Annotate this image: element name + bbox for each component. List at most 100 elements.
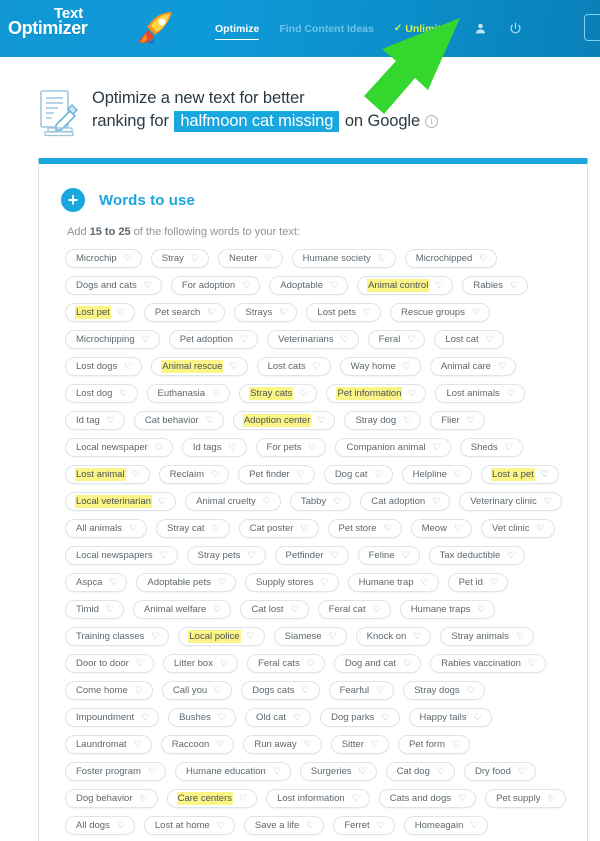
heart-outline-icon[interactable]: ♡ [470,821,478,830]
heart-outline-icon[interactable]: ♡ [413,632,421,641]
word-chip[interactable]: Adoptable ♡ [269,276,349,295]
heart-outline-icon[interactable]: ♡ [124,254,132,263]
word-chip[interactable]: Lost dogs ♡ [65,357,143,376]
heart-outline-icon[interactable]: ♡ [479,254,487,263]
word-chip[interactable]: Run away ♡ [243,735,322,754]
word-chip[interactable]: Supply stores ♡ [244,573,339,592]
word-chip[interactable]: Stray dogs ♡ [403,681,485,700]
heart-outline-icon[interactable]: ♡ [144,281,152,290]
heart-outline-icon[interactable]: ♡ [518,767,526,776]
word-chip[interactable]: Adoptable pets ♡ [136,573,236,592]
heart-outline-icon[interactable]: ♡ [433,443,441,452]
heart-outline-icon[interactable]: ♡ [403,659,411,668]
heart-outline-icon[interactable]: ♡ [117,308,125,317]
heart-outline-icon[interactable]: ♡ [211,470,219,479]
word-chip[interactable]: Laundromat ♡ [65,735,152,754]
heart-outline-icon[interactable]: ♡ [421,578,429,587]
word-chip[interactable]: Cat adoption ♡ [360,492,451,511]
word-chip[interactable]: Microchipping ♡ [65,330,160,349]
word-chip[interactable]: Lost pet ♡ [65,303,135,322]
word-chip[interactable]: Raccoon ♡ [160,735,235,754]
word-chip[interactable]: Cat behavior ♡ [133,411,224,430]
word-chip[interactable]: Dog cat ♡ [323,465,393,484]
heart-outline-icon[interactable]: ♡ [300,524,308,533]
heart-outline-icon[interactable]: ♡ [134,740,142,749]
word-chip[interactable]: Dog behavior ♡ [65,789,158,808]
word-chip[interactable]: Pet store ♡ [327,519,402,538]
heart-outline-icon[interactable]: ♡ [437,767,445,776]
heart-outline-icon[interactable]: ♡ [206,416,214,425]
word-chip[interactable]: Knock on ♡ [355,627,432,646]
word-chip[interactable]: Strays ♡ [234,303,298,322]
heart-outline-icon[interactable]: ♡ [124,362,132,371]
nav-right-partial-button[interactable] [584,14,600,41]
heart-outline-icon[interactable]: ♡ [341,335,349,344]
word-chip[interactable]: Lost information ♡ [266,789,370,808]
heart-outline-icon[interactable]: ♡ [228,443,236,452]
word-chip[interactable]: For pets ♡ [255,438,327,457]
heart-outline-icon[interactable]: ♡ [109,578,117,587]
word-chip[interactable]: Litter box ♡ [162,654,239,673]
heart-outline-icon[interactable]: ♡ [242,281,250,290]
heart-outline-icon[interactable]: ♡ [376,686,384,695]
heart-outline-icon[interactable]: ♡ [363,308,371,317]
word-chip[interactable]: Impoundment ♡ [65,708,160,727]
heart-outline-icon[interactable]: ♡ [331,551,339,560]
heart-outline-icon[interactable]: ♡ [207,308,215,317]
word-chip[interactable]: Fearful ♡ [328,681,395,700]
heart-outline-icon[interactable]: ♡ [239,794,247,803]
word-chip[interactable]: Come home ♡ [65,681,153,700]
heart-outline-icon[interactable]: ♡ [129,524,137,533]
word-chip[interactable]: Cat poster ♡ [238,519,319,538]
heart-outline-icon[interactable]: ♡ [148,767,156,776]
word-chip[interactable]: Way home ♡ [339,357,421,376]
word-chip[interactable]: Pet supply ♡ [485,789,566,808]
word-chip[interactable]: Humane traps ♡ [399,600,496,619]
heart-outline-icon[interactable]: ♡ [212,524,220,533]
heart-outline-icon[interactable]: ♡ [218,713,226,722]
heart-outline-icon[interactable]: ♡ [220,659,228,668]
word-chip[interactable]: Foster program ♡ [65,762,167,781]
heart-outline-icon[interactable]: ♡ [265,254,273,263]
heart-outline-icon[interactable]: ♡ [507,389,515,398]
heart-outline-icon[interactable]: ♡ [498,362,506,371]
word-chip[interactable]: Cat lost ♡ [240,600,309,619]
target-keyword[interactable]: halfmoon cat missing [174,111,340,133]
word-chip[interactable]: Lost a pet ♡ [481,465,559,484]
word-chip[interactable]: Cats and dogs ♡ [378,789,477,808]
heart-outline-icon[interactable]: ♡ [507,551,515,560]
heart-outline-icon[interactable]: ♡ [384,524,392,533]
word-chip[interactable]: Rabies ♡ [462,276,529,295]
heart-outline-icon[interactable]: ♡ [516,632,524,641]
word-chip[interactable]: Stray pets ♡ [186,546,266,565]
heart-outline-icon[interactable]: ♡ [214,686,222,695]
heart-outline-icon[interactable]: ♡ [247,551,255,560]
word-chip[interactable]: Feral cat ♡ [317,600,391,619]
word-chip[interactable]: Feline ♡ [357,546,420,565]
heart-outline-icon[interactable]: ♡ [240,335,248,344]
word-chip[interactable]: Surgeries ♡ [299,762,377,781]
word-chip[interactable]: Stray ♡ [150,249,209,268]
heart-outline-icon[interactable]: ♡ [291,605,299,614]
heart-outline-icon[interactable]: ♡ [299,389,307,398]
heart-outline-icon[interactable]: ♡ [452,740,460,749]
word-chip[interactable]: Humane education ♡ [175,762,291,781]
heart-outline-icon[interactable]: ♡ [458,794,466,803]
heart-outline-icon[interactable]: ♡ [432,497,440,506]
heart-outline-icon[interactable]: ♡ [313,362,321,371]
word-chip[interactable]: Ferret ♡ [333,816,395,835]
heart-outline-icon[interactable]: ♡ [454,524,462,533]
heart-outline-icon[interactable]: ♡ [191,254,199,263]
heart-outline-icon[interactable]: ♡ [141,713,149,722]
word-chip[interactable]: Veterinary clinic ♡ [459,492,562,511]
word-chip[interactable]: Rescue groups ♡ [390,303,491,322]
heart-outline-icon[interactable]: ♡ [474,713,482,722]
heart-outline-icon[interactable]: ♡ [158,497,166,506]
word-chip[interactable]: Id tags ♡ [181,438,247,457]
word-chip[interactable]: Dog parks ♡ [320,708,400,727]
heart-outline-icon[interactable]: ♡ [510,281,518,290]
heart-outline-icon[interactable]: ♡ [330,281,338,290]
word-chip[interactable]: Local veterinarian ♡ [65,492,177,511]
word-chip[interactable]: Sheds ♡ [459,438,523,457]
heart-outline-icon[interactable]: ♡ [381,713,389,722]
